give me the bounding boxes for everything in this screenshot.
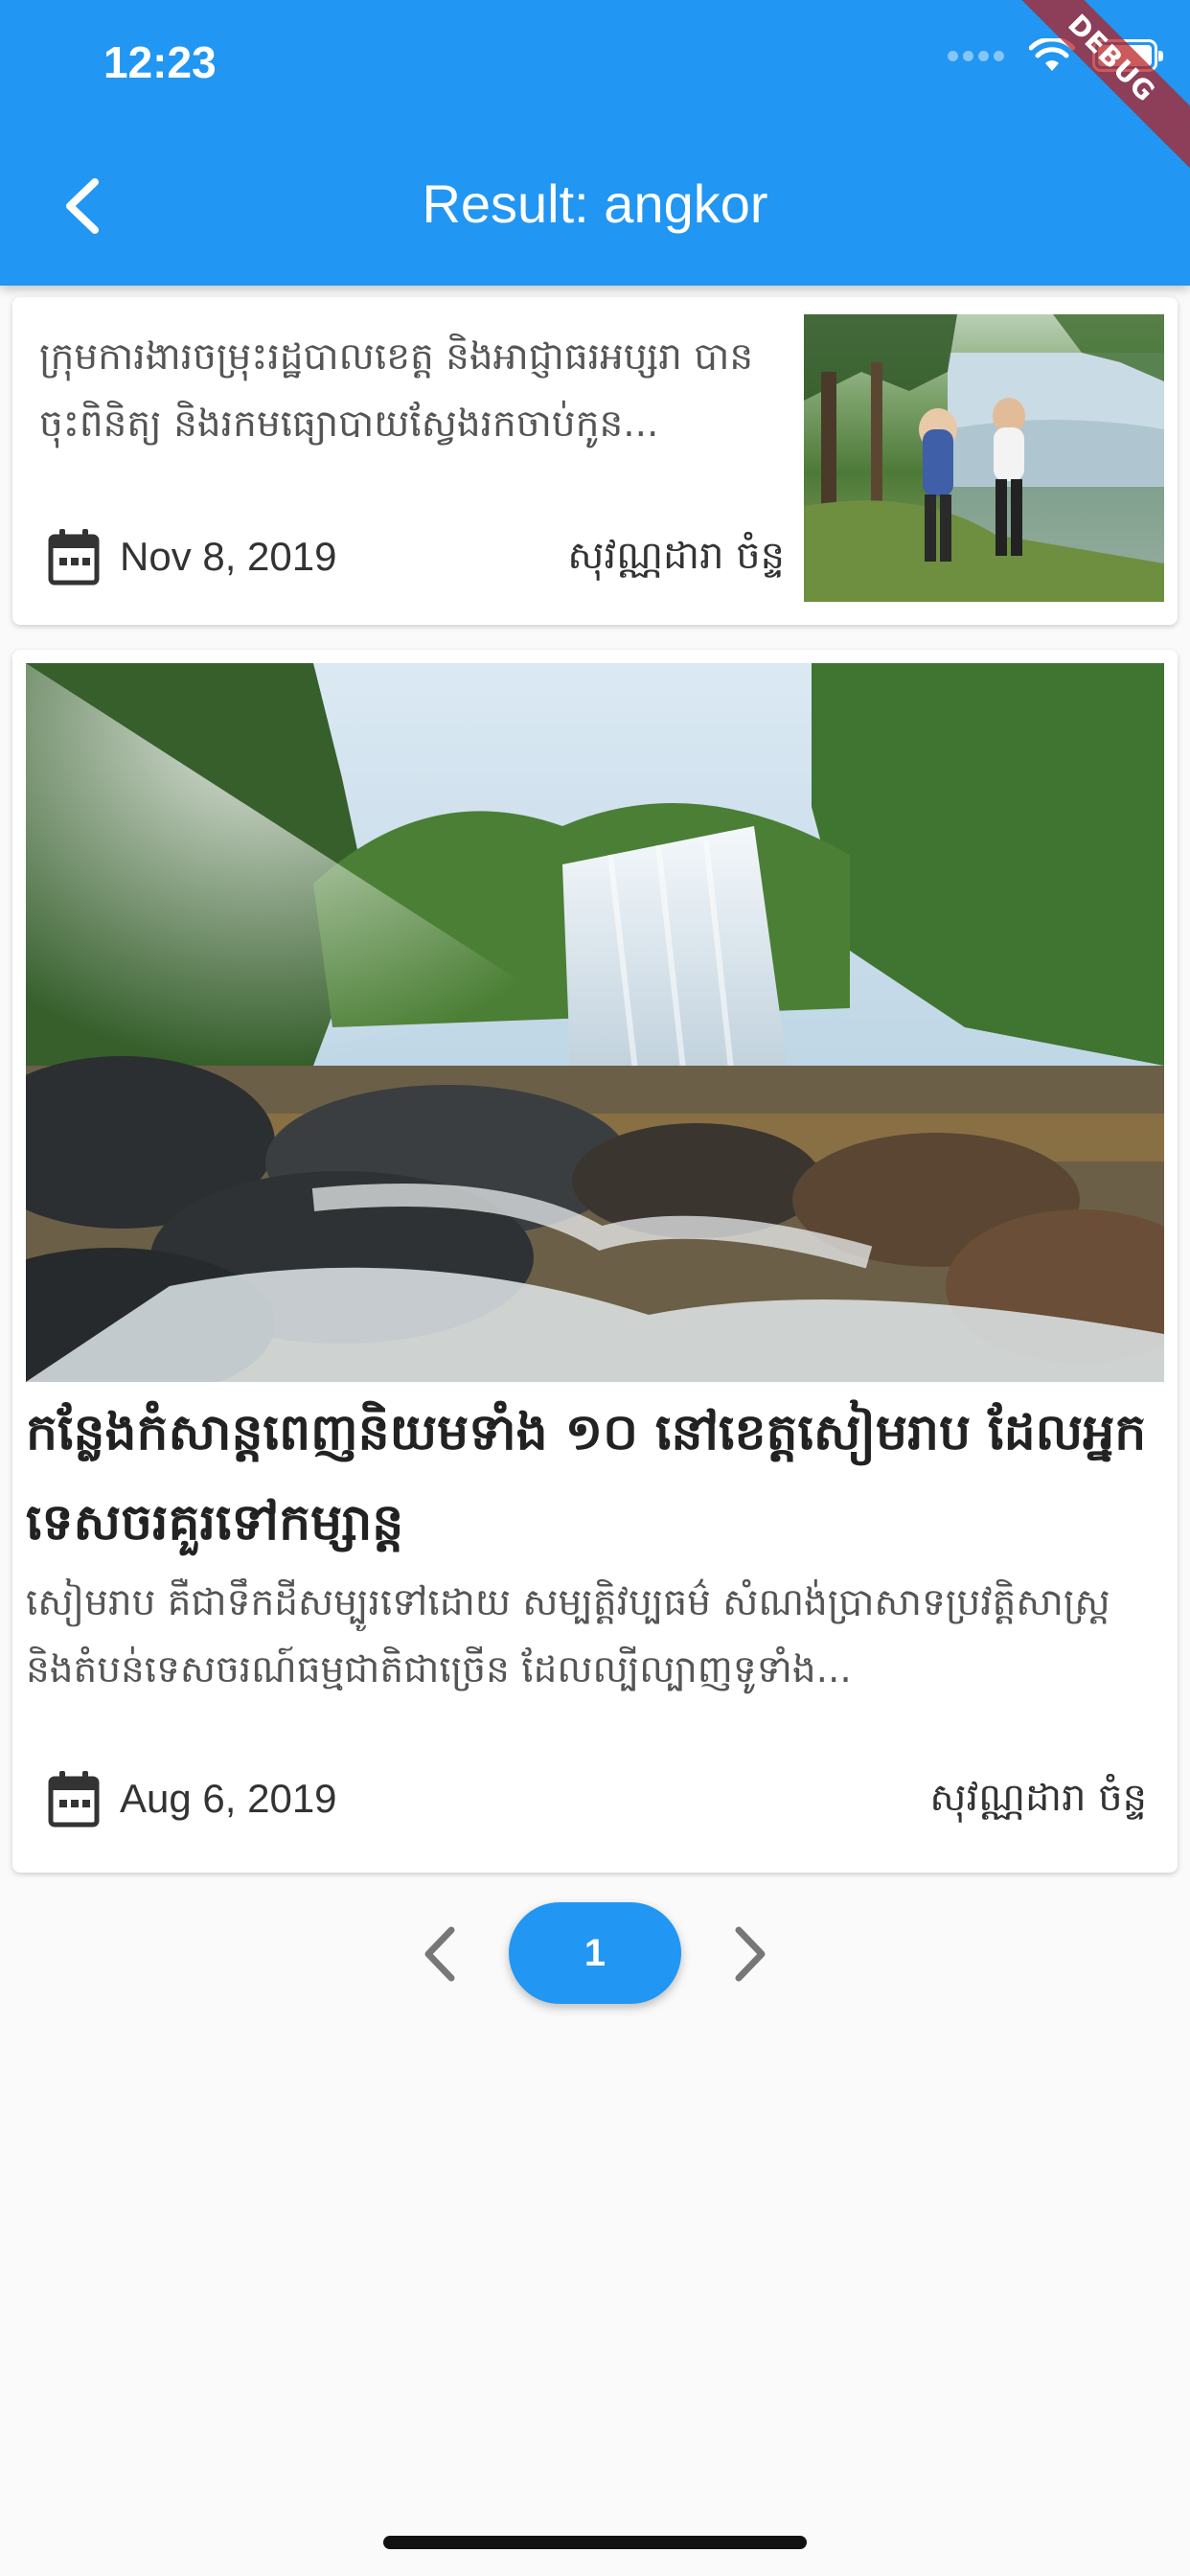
result-thumbnail [804, 314, 1164, 602]
result-date: Aug 6, 2019 [120, 1776, 337, 1821]
chevron-right-icon [735, 1926, 766, 1982]
result-excerpt: ក្រុមការងារចម្រុះរដ្ឋបាលខេត្ត និងអាជ្ញាធ… [39, 335, 754, 446]
current-page-button[interactable]: 1 [509, 1902, 681, 2004]
chevron-left-icon [424, 1926, 455, 1982]
status-time: 12:23 [103, 37, 217, 87]
result-date: Nov 8, 2019 [120, 534, 337, 579]
result-excerpt: សៀមរាប គឺជាទឹកដីសម្បូរទៅដោយ សម្បត្តិវប្ប… [26, 1581, 1110, 1691]
date-row: Nov 8, 2019 [47, 527, 337, 586]
date-row: Aug 6, 2019 [47, 1769, 337, 1828]
result-card[interactable]: កន្លែងកំសាន្តពេញនិយមទាំង ១០ នៅខេត្តសៀមរា… [12, 650, 1178, 1873]
result-card[interactable]: ក្រុមការងារចម្រុះរដ្ឋបាលខេត្ត និងអាជ្ញាធ… [12, 297, 1178, 625]
next-page-button[interactable] [717, 1916, 784, 1992]
signal-icon [948, 50, 1004, 61]
app-bar: 12:23 Result: angkor DEBUG [0, 0, 1190, 286]
result-hero-image [26, 663, 1164, 1382]
calendar-icon [48, 529, 100, 586]
home-indicator[interactable] [383, 2536, 807, 2549]
debug-banner: DEBUG [987, 0, 1190, 183]
result-author: សុវណ្ណដារា ចំន្ទ [567, 534, 785, 578]
calendar-icon [48, 1771, 100, 1828]
previous-page-button[interactable] [406, 1916, 473, 1992]
result-title: កន្លែងកំសាន្តពេញនិយមទាំង ១០ នៅខេត្តសៀមរា… [26, 1404, 1147, 1552]
page-title: Result: angkor [422, 173, 768, 234]
pagination: 1 [0, 1902, 1190, 2008]
result-author: សុវណ្ណដារា ចំន្ទ [929, 1776, 1147, 1820]
